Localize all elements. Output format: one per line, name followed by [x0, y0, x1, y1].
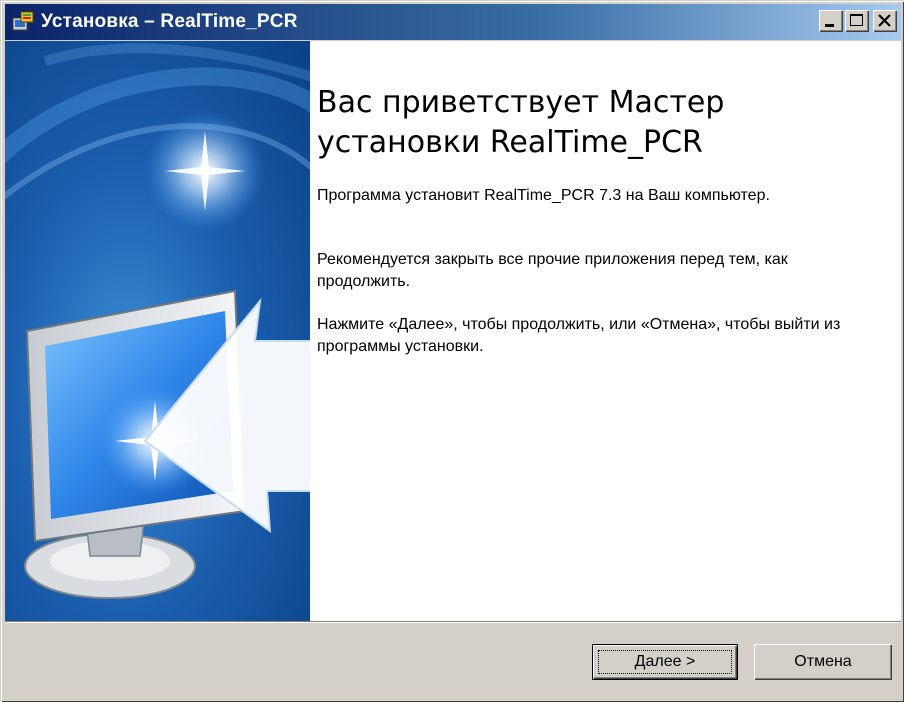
minimize-icon	[825, 24, 834, 27]
focus-rectangle	[598, 650, 732, 674]
window-title: Установка – RealTime_PCR	[41, 11, 298, 32]
wizard-content-panel: Вас приветствует Мастер установки RealTi…	[310, 41, 901, 621]
title-bar[interactable]: Установка – RealTime_PCR	[5, 4, 901, 40]
close-apps-recommendation: Рекомендуется закрыть все прочие приложе…	[317, 251, 788, 290]
bottom-divider	[5, 621, 901, 623]
welcome-heading: Вас приветствует Мастер установки RealTi…	[317, 85, 725, 160]
installer-icon	[11, 10, 35, 34]
wizard-banner-image	[5, 41, 310, 621]
maximize-button[interactable]	[845, 10, 869, 32]
install-description: Программа установит RealTime_PCR 7.3 на …	[317, 187, 770, 204]
next-button[interactable]: Далее >	[592, 644, 738, 680]
computer-monitor-arrow-illustration	[5, 43, 310, 599]
cancel-button-label: Отмена	[794, 653, 852, 670]
cancel-button[interactable]: Отмена	[754, 644, 892, 680]
close-button[interactable]	[873, 10, 897, 32]
maximize-icon	[850, 14, 863, 26]
minimize-button[interactable]	[819, 10, 843, 32]
navigation-instructions: Нажмите «Далее», чтобы продолжить, или «…	[317, 316, 841, 355]
installer-window: Установка – RealTime_PCR Вас приветствуе…	[0, 0, 904, 702]
close-icon	[878, 14, 891, 27]
